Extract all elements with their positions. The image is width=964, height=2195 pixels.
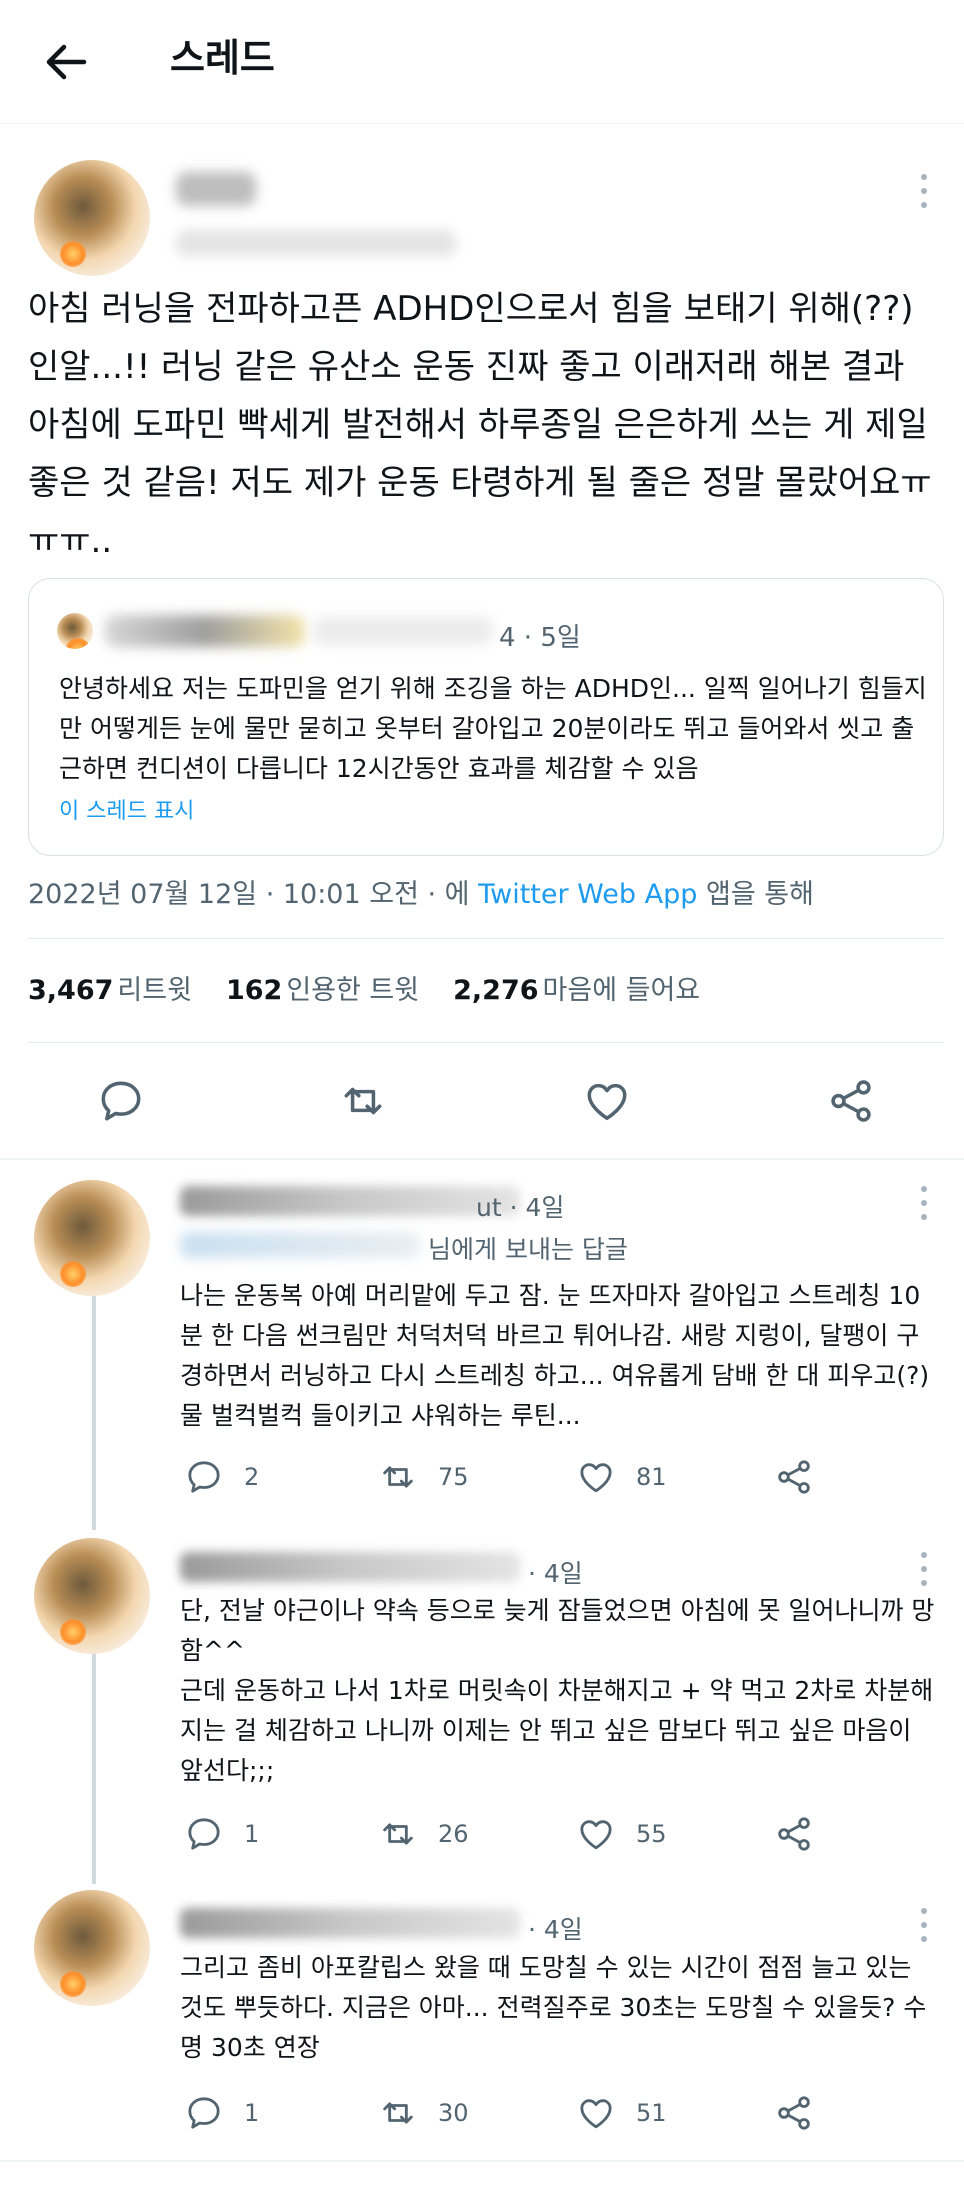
reply-icon	[188, 2097, 220, 2129]
quote-date: 4 · 5일	[499, 623, 581, 653]
reply-author-blurred[interactable]	[180, 1552, 520, 1582]
retweet-count: 75	[438, 1463, 469, 1491]
retweet-button[interactable]: 26	[378, 1814, 469, 1854]
share-icon	[778, 1817, 810, 1851]
retweet-button[interactable]: 75	[378, 1457, 469, 1497]
reply-button[interactable]: 1	[184, 1814, 259, 1854]
quoted-tweet-card[interactable]: 4 · 5일 안녕하세요 저는 도파민을 얻기 위해 조깅을 하는 ADHD인.…	[28, 578, 944, 856]
share-button[interactable]	[774, 2093, 814, 2133]
reply-text: 그리고 좀비 아포칼립스 왔을 때 도망칠 수 있는 시간이 점점 늘고 있는 …	[180, 1953, 927, 2062]
reply-time: · 4일	[528, 1915, 583, 1944]
share-button[interactable]	[774, 1814, 814, 1854]
source-app-link[interactable]: Twitter Web App	[478, 879, 697, 910]
retweet-icon	[383, 1823, 413, 1845]
tweet-timestamp: 2022년 07월 12일 · 10:01 오전 · 에 Twitter Web…	[28, 872, 814, 911]
thread-line	[92, 1644, 96, 1884]
like-icon	[580, 2099, 612, 2129]
more-options-icon[interactable]	[916, 174, 932, 208]
arrow-left-icon[interactable]	[40, 36, 92, 88]
reply-time: ut · 4일	[476, 1193, 565, 1222]
top-app-bar: 스레드	[0, 0, 964, 124]
retweet-icon[interactable]	[338, 1076, 388, 1126]
author-handle-blurred[interactable]	[176, 230, 456, 256]
retweet-button[interactable]: 30	[378, 2093, 469, 2133]
reply-icon	[188, 1461, 220, 1493]
reply-text-line: 단, 전날 야근이나 약속 등으로 늦게 잠들었으면 아침에 못 일어나니까 망…	[180, 1596, 935, 1665]
retweet-count[interactable]: 3,467	[28, 975, 113, 1006]
timestamp-suffix: 앱을 통해	[697, 879, 814, 910]
reply-text-line: 근데 운동하고 나서 1차로 머릿속이 차분해지고 + 약 먹고 2차로 차분해…	[180, 1676, 934, 1785]
thread-line	[92, 1290, 96, 1530]
like-count: 55	[636, 1820, 667, 1848]
like-button[interactable]: 81	[576, 1457, 667, 1497]
share-icon	[778, 1460, 810, 1494]
show-thread-link[interactable]: 이 스레드 표시	[59, 793, 194, 825]
retweet-label[interactable]: 리트윗	[117, 975, 192, 1006]
quote-author-blurred	[105, 615, 305, 647]
share-icon[interactable]	[826, 1076, 876, 1126]
reply-avatar[interactable]	[34, 1890, 150, 2006]
share-icon	[778, 2096, 810, 2130]
reply-button[interactable]: 2	[184, 1457, 259, 1497]
quote-avatar	[57, 613, 93, 649]
retweet-icon	[383, 2102, 413, 2124]
tweet-text: 아침 러닝을 전파하고픈 ADHD인으로서 힘을 보태기 위해(??) 인알..…	[28, 289, 932, 561]
like-icon	[580, 1463, 612, 1493]
quote-label[interactable]: 인용한 트윗	[286, 975, 419, 1006]
divider	[0, 1158, 964, 1160]
quote-handle-blurred	[313, 617, 493, 645]
reply-author-blurred[interactable]	[180, 1908, 520, 1938]
divider	[28, 1042, 944, 1043]
like-icon[interactable]	[582, 1076, 632, 1126]
like-count: 51	[636, 2099, 667, 2127]
more-options-icon[interactable]	[916, 1908, 932, 1942]
avatar[interactable]	[34, 160, 150, 276]
retweet-count: 30	[438, 2099, 469, 2127]
reply-time: · 4일	[528, 1559, 583, 1588]
retweet-icon	[383, 1466, 413, 1488]
reply-count: 1	[244, 2099, 260, 2127]
reply-author-blurred[interactable]	[180, 1186, 520, 1216]
tweet-stats: 3,467 리트윗 162 인용한 트윗 2,276 마음에 들어요	[28, 968, 734, 1007]
like-label[interactable]: 마음에 들어요	[543, 975, 701, 1006]
more-options-icon[interactable]	[916, 1552, 932, 1586]
reply-count: 1	[244, 1820, 260, 1848]
retweet-count: 26	[438, 1820, 469, 1848]
reply-count: 2	[244, 1463, 260, 1491]
like-button[interactable]: 55	[576, 1814, 667, 1854]
timestamp-date: 2022년 07월 12일 · 10:01 오전 · 에	[28, 879, 479, 910]
author-name-blurred[interactable]	[176, 172, 256, 206]
like-button[interactable]: 51	[576, 2093, 667, 2133]
like-icon	[580, 1820, 612, 1850]
quote-count[interactable]: 162	[226, 975, 282, 1006]
replying-to-label: 님에게 보내는 답글	[428, 1235, 628, 1264]
reply-avatar[interactable]	[34, 1180, 150, 1296]
replying-to-handle-blurred[interactable]	[180, 1232, 420, 1258]
reply-icon	[188, 1818, 220, 1850]
divider	[28, 938, 944, 939]
reply-button[interactable]: 1	[184, 2093, 259, 2133]
like-count: 81	[636, 1463, 667, 1491]
quote-text: 안녕하세요 저는 도파민을 얻기 위해 조깅을 하는 ADHD인... 일찍 일…	[59, 674, 927, 783]
reply-icon[interactable]	[96, 1076, 146, 1126]
share-button[interactable]	[774, 1457, 814, 1497]
more-options-icon[interactable]	[916, 1186, 932, 1220]
reply-text: 단, 전날 야근이나 약속 등으로 늦게 잠들었으면 아침에 못 일어나니까 망…	[180, 1591, 940, 1791]
divider	[0, 2160, 964, 2162]
reply-avatar[interactable]	[34, 1538, 150, 1654]
page-title: 스레드	[170, 36, 275, 80]
like-count[interactable]: 2,276	[453, 975, 538, 1006]
reply-text: 나는 운동복 아예 머리맡에 두고 잠. 눈 뜨자마자 갈아입고 스트레칭 10…	[180, 1281, 930, 1430]
